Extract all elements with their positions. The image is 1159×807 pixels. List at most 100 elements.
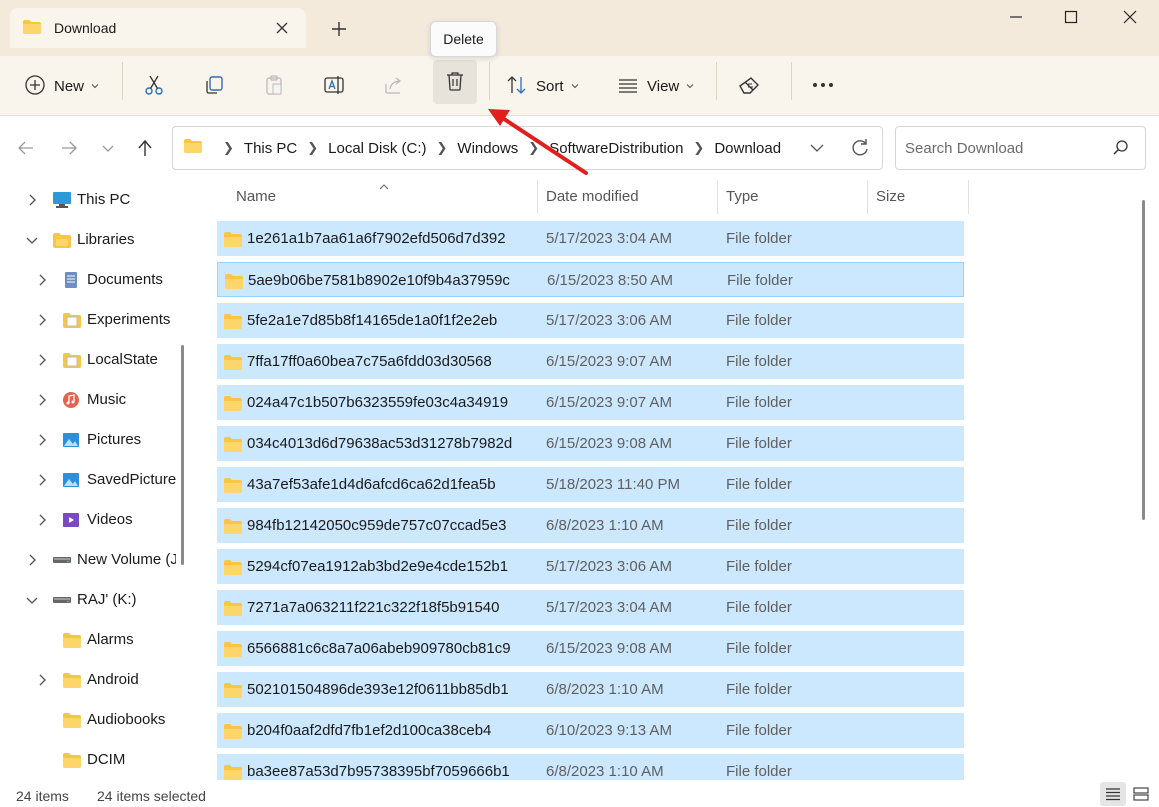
pictures-icon — [62, 431, 80, 449]
copy-button[interactable] — [203, 66, 225, 106]
file-type: File folder — [726, 763, 792, 780]
table-row[interactable]: 1e261a1b7aa61a6f7902efd506d7d392 5/17/202… — [217, 221, 964, 256]
close-tab-icon[interactable] — [272, 18, 292, 38]
table-row[interactable]: 6566881c6c8a7a06abeb909780cb81c9 6/15/202… — [217, 631, 964, 666]
column-divider[interactable] — [968, 180, 969, 214]
chevron-down-icon[interactable] — [24, 232, 40, 248]
table-row[interactable]: 034c4013d6d79638ac53d31278b7982d 6/15/202… — [217, 426, 964, 461]
clean-up-button[interactable] — [737, 66, 761, 106]
file-date: 5/17/2023 3:04 AM — [546, 230, 672, 247]
sidebar-item-android[interactable]: Android — [0, 660, 176, 700]
file-date: 5/18/2023 11:40 PM — [546, 476, 680, 493]
up-arrow-icon[interactable] — [133, 136, 157, 160]
chevron-right-icon[interactable] — [24, 192, 40, 208]
sidebar-item-music[interactable]: Music — [0, 380, 176, 420]
sidebar-item-dcim[interactable]: DCIM — [0, 740, 176, 780]
rename-button[interactable] — [323, 66, 345, 106]
view-button[interactable]: View — [617, 66, 695, 106]
sidebar-item-audiobooks[interactable]: Audiobooks — [0, 700, 176, 740]
chevron-right-icon[interactable] — [34, 432, 50, 448]
sidebar-item-pictures[interactable]: Pictures — [0, 420, 176, 460]
sidebar-item-raj-k[interactable]: RAJ' (K:) — [0, 580, 176, 620]
toolbar-divider — [791, 62, 792, 100]
sidebar-item-experiments[interactable]: Experiments — [0, 300, 176, 340]
file-type: File folder — [726, 558, 792, 575]
folder-icon — [223, 763, 243, 780]
search-icon[interactable] — [1112, 139, 1130, 160]
cut-button[interactable] — [143, 66, 165, 106]
forward-arrow-icon[interactable] — [57, 136, 81, 160]
table-row[interactable]: 7271a7a063211f221c322f18f5b91540 5/17/202… — [217, 590, 964, 625]
table-row[interactable]: ba3ee87a53d7b95738395bf7059666b1 6/8/2023… — [217, 754, 964, 780]
table-row[interactable]: 024a47c1b507b6323559fe03c4a34919 6/15/202… — [217, 385, 964, 420]
sidebar-item-label: Music — [87, 391, 127, 408]
minimize-icon[interactable] — [993, 2, 1039, 32]
table-row[interactable]: 984fb12142050c959de757c07ccad5e3 6/8/2023… — [217, 508, 964, 543]
file-list-scrollbar[interactable] — [1142, 200, 1145, 520]
sidebar-item-new-volume-j[interactable]: New Volume (J:) — [0, 540, 176, 580]
table-row[interactable]: 502101504896de393e12f0611bb85db1 6/8/2023… — [217, 672, 964, 707]
chevron-right-icon[interactable] — [34, 392, 50, 408]
chevron-right-icon[interactable] — [34, 312, 50, 328]
table-row[interactable]: 5294cf07ea1912ab3bd2e9e4cde152b1 5/17/202… — [217, 549, 964, 584]
chevron-right-icon[interactable] — [24, 552, 40, 568]
address-dropdown-chevron-icon[interactable] — [809, 140, 825, 159]
table-row[interactable]: 5ae9b06be7581b8902e10f9b4a37959c 6/15/202… — [217, 262, 964, 297]
back-arrow-icon[interactable] — [14, 136, 38, 160]
column-divider[interactable] — [717, 180, 718, 214]
refresh-icon[interactable] — [850, 138, 870, 161]
search-input[interactable] — [905, 137, 1105, 159]
breadcrumb-download[interactable]: Download — [714, 140, 781, 157]
share-button[interactable] — [383, 66, 405, 106]
breadcrumb-this-pc[interactable]: This PC — [244, 140, 297, 157]
new-tab-icon[interactable] — [327, 17, 351, 41]
tab-download[interactable]: Download — [10, 8, 306, 48]
column-header-type[interactable]: Type — [726, 188, 759, 210]
chevron-right-icon[interactable] — [34, 672, 50, 688]
file-date: 6/15/2023 9:07 AM — [546, 353, 672, 370]
file-list: Name Date modified Type Size 1e261a1b7aa… — [196, 180, 1159, 780]
breadcrumb-local-disk[interactable]: Local Disk (C:) — [328, 140, 426, 157]
file-name: 024a47c1b507b6323559fe03c4a34919 — [247, 394, 509, 411]
column-header-size[interactable]: Size — [876, 188, 905, 210]
sidebar-item-videos[interactable]: Videos — [0, 500, 176, 540]
chevron-right-icon[interactable] — [34, 512, 50, 528]
chevron-right-icon[interactable] — [34, 352, 50, 368]
search-box[interactable] — [895, 126, 1146, 170]
details-view-icon[interactable] — [1100, 782, 1126, 806]
file-name: 034c4013d6d79638ac53d31278b7982d — [247, 435, 513, 452]
column-divider[interactable] — [537, 180, 538, 214]
table-row[interactable]: b204f0aaf2dfd7fb1ef2d100ca38ceb4 6/10/202… — [217, 713, 964, 748]
file-type: File folder — [727, 272, 793, 289]
sidebar-item-documents[interactable]: Documents — [0, 260, 176, 300]
file-type: File folder — [726, 353, 792, 370]
paste-button[interactable] — [263, 66, 285, 106]
new-button[interactable]: New — [24, 66, 100, 106]
clipboard-icon — [263, 74, 285, 99]
sidebar-item-localstate[interactable]: LocalState — [0, 340, 176, 380]
sidebar-item-alarms[interactable]: Alarms — [0, 620, 176, 660]
table-row[interactable]: 43a7ef53afe1d4d6afcd6ca62d1fea5b 5/18/202… — [217, 467, 964, 502]
column-header-date[interactable]: Date modified — [546, 188, 639, 210]
file-date: 6/8/2023 1:10 AM — [546, 517, 664, 534]
folder-icon — [223, 722, 243, 739]
tiles-view-icon[interactable] — [1128, 782, 1154, 806]
sidebar-item-this-pc[interactable]: This PC — [0, 180, 176, 220]
share-icon — [383, 74, 405, 99]
column-header-name[interactable]: Name — [236, 188, 276, 210]
chevron-right-icon[interactable] — [34, 272, 50, 288]
recent-locations-chevron-icon[interactable] — [96, 136, 120, 160]
close-window-icon[interactable] — [1107, 2, 1153, 32]
chevron-down-icon[interactable] — [24, 592, 40, 608]
sidebar-item-savedpictures[interactable]: SavedPictures — [0, 460, 176, 500]
maximize-icon[interactable] — [1048, 2, 1094, 32]
sidebar-scrollbar[interactable] — [181, 345, 184, 565]
table-row[interactable]: 7ffa17ff0a60bea7c75a6fdd03d30568 6/15/202… — [217, 344, 964, 379]
sidebar-item-libraries[interactable]: Libraries — [0, 220, 176, 260]
column-divider[interactable] — [867, 180, 868, 214]
more-options-button[interactable] — [811, 66, 835, 106]
file-name: 7271a7a063211f221c322f18f5b91540 — [247, 599, 500, 616]
pictures-icon — [62, 471, 80, 489]
table-row[interactable]: 5fe2a1e7d85b8f14165de1a0f1f2e2eb 5/17/202… — [217, 303, 964, 338]
chevron-right-icon[interactable] — [34, 472, 50, 488]
